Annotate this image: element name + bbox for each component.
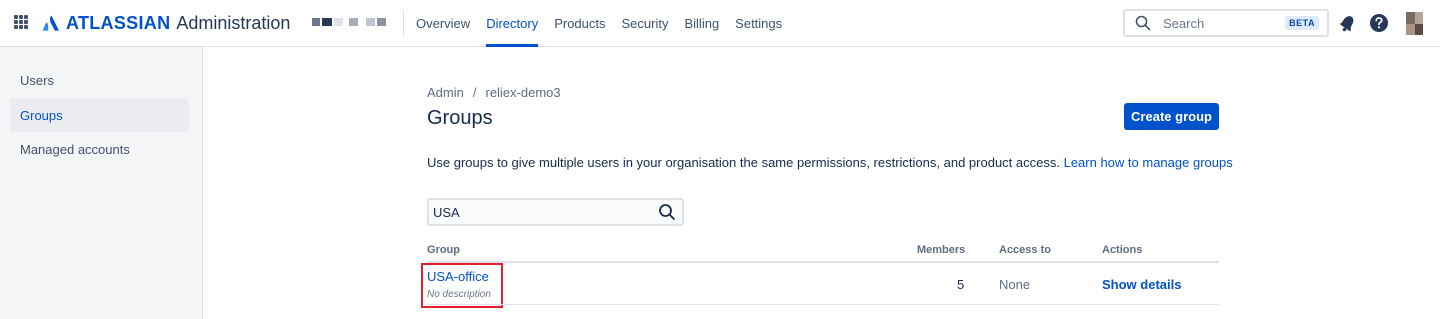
create-group-button[interactable]: Create group xyxy=(1124,103,1219,130)
nav-products[interactable]: Products xyxy=(546,0,613,47)
breadcrumb-admin[interactable]: Admin xyxy=(427,85,464,100)
breadcrumb: Admin / reliex-demo3 xyxy=(427,85,561,100)
table-row-group-cell: USA-office No description xyxy=(421,263,503,308)
nav-billing[interactable]: Billing xyxy=(676,0,727,47)
description-text: Use groups to give multiple users in you… xyxy=(427,155,1060,170)
product-name: Administration xyxy=(176,12,291,33)
global-search[interactable]: Search BETA xyxy=(1123,9,1329,37)
search-icon[interactable] xyxy=(658,203,676,221)
sidebar-item-users[interactable]: Users xyxy=(10,63,189,97)
column-header-access: Access to xyxy=(999,244,1051,256)
atlassian-logo[interactable]: ATLASSIAN Administration xyxy=(42,12,290,34)
group-access: None xyxy=(999,277,1031,292)
group-members-count: 5 xyxy=(957,277,965,292)
search-placeholder: Search xyxy=(1163,15,1205,31)
notifications-icon[interactable] xyxy=(1337,13,1357,33)
breadcrumb-org[interactable]: reliex-demo3 xyxy=(485,85,560,100)
sidebar-item-managed-accounts[interactable]: Managed accounts xyxy=(10,132,189,166)
nav-settings[interactable]: Settings xyxy=(727,0,790,47)
nav-security[interactable]: Security xyxy=(614,0,677,47)
group-name-link[interactable]: USA-office xyxy=(427,269,501,284)
breadcrumb-separator: / xyxy=(472,85,477,100)
atlassian-mark-icon xyxy=(42,15,59,31)
nav-divider xyxy=(403,10,404,36)
group-search-input[interactable] xyxy=(429,204,658,220)
column-header-group[interactable]: Group xyxy=(427,244,460,256)
search-icon xyxy=(1135,15,1151,31)
table-header-divider xyxy=(427,261,1219,263)
sidebar: Users Groups Managed accounts xyxy=(0,47,203,319)
column-header-members[interactable]: Members xyxy=(917,244,965,256)
app-switcher-icon[interactable] xyxy=(14,15,28,29)
brand-name: ATLASSIAN xyxy=(66,12,171,33)
group-description: No description xyxy=(427,289,491,300)
nav-overview[interactable]: Overview xyxy=(408,0,478,47)
nav-directory[interactable]: Directory xyxy=(478,0,546,47)
table-row-divider xyxy=(427,304,1219,305)
beta-badge: BETA xyxy=(1285,16,1319,30)
page-description: Use groups to give multiple users in you… xyxy=(427,155,1233,170)
top-navigation-bar: ATLASSIAN Administration Overview Direct… xyxy=(0,0,1440,47)
group-search-field[interactable] xyxy=(427,198,684,226)
help-icon[interactable] xyxy=(1369,13,1389,33)
sidebar-item-groups[interactable]: Groups xyxy=(10,98,189,132)
avatar[interactable] xyxy=(1406,12,1423,35)
learn-groups-link[interactable]: Learn how to manage groups xyxy=(1064,155,1233,170)
organization-switcher[interactable] xyxy=(312,18,388,26)
page-title: Groups xyxy=(427,107,493,129)
show-details-link[interactable]: Show details xyxy=(1102,277,1181,292)
primary-nav: Overview Directory Products Security Bil… xyxy=(408,0,790,47)
column-header-actions: Actions xyxy=(1102,244,1143,256)
